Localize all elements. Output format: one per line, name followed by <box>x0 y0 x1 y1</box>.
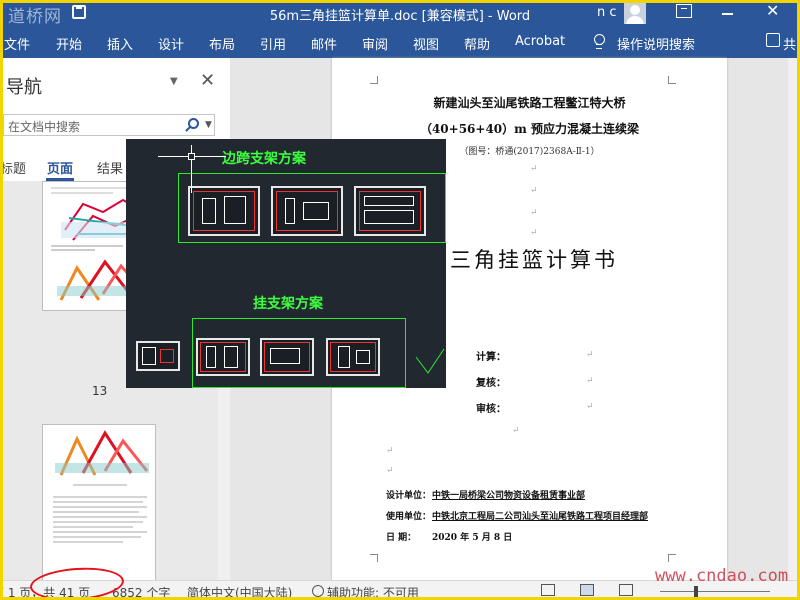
tab-mailings[interactable]: 邮件 <box>311 34 337 53</box>
cad-sheet[interactable] <box>354 186 426 236</box>
lightbulb-icon[interactable] <box>593 34 605 49</box>
cad-polyline <box>415 348 445 374</box>
read-mode-icon[interactable] <box>541 584 555 596</box>
tab-review[interactable]: 审阅 <box>362 34 388 53</box>
doc-heading-line2: （40+56+40）m 预应力混凝土连续梁 <box>419 122 640 136</box>
paragraph-mark: ↵ <box>586 402 594 412</box>
cad-heading-hanging: 挂支架方案 <box>253 296 323 312</box>
use-unit-value: 中铁北京工程局二公司汕头至汕尾铁路工程项目经理部 <box>432 512 649 522</box>
print-layout-icon[interactable] <box>580 584 594 596</box>
paragraph-mark: ↵ <box>586 376 594 386</box>
zoom-slider-handle[interactable] <box>694 586 698 597</box>
status-language[interactable]: 简体中文(中国大陆) <box>187 584 292 600</box>
doc-title: 三角挂篮计算书 <box>450 248 618 272</box>
paragraph-mark: ↵ <box>386 466 394 476</box>
tell-me-search[interactable]: 操作说明搜索 <box>617 34 695 53</box>
sign-approve-label: 审核： <box>476 404 506 415</box>
nav-close-icon[interactable]: ✕ <box>200 70 215 91</box>
page-thumbnail[interactable] <box>42 424 156 588</box>
document-scrollbar[interactable] <box>788 58 800 580</box>
crop-mark <box>370 76 378 84</box>
paragraph-mark: ↵ <box>530 186 538 196</box>
design-unit-value: 中铁一局桥梁公司物资设备租赁事业部 <box>432 491 586 501</box>
cad-crosshair-pickbox <box>188 153 195 160</box>
crop-mark <box>668 554 676 562</box>
paragraph-mark: ↵ <box>530 228 538 238</box>
minimize-icon[interactable] <box>722 13 733 15</box>
date-value: 2020 年 5 月 8 日 <box>432 533 513 543</box>
ribbon-display-options-icon[interactable] <box>676 4 692 18</box>
nav-search-box[interactable]: 在文档中搜索 ▼ <box>3 114 215 136</box>
nav-title: 导航 <box>6 77 42 98</box>
nav-tab-headings[interactable]: 标题 <box>0 158 26 177</box>
thumbnail-page-number: 13 <box>92 384 108 398</box>
tab-file[interactable]: 文件 <box>4 34 30 53</box>
search-icon[interactable] <box>188 118 199 129</box>
nav-tab-results[interactable]: 结果 <box>97 158 123 177</box>
tab-design[interactable]: 设计 <box>158 34 184 53</box>
sign-calc-label: 计算： <box>476 352 506 363</box>
paragraph-mark: ↵ <box>512 426 520 436</box>
cad-drawing-overlay: 边跨支架方案 挂支架方案 <box>126 139 446 388</box>
sign-review-label: 复核： <box>476 378 506 389</box>
tab-layout[interactable]: 布局 <box>209 34 235 53</box>
tab-references[interactable]: 引用 <box>260 34 286 53</box>
use-unit-label: 使用单位： <box>386 512 432 522</box>
nav-options-chevron-icon[interactable]: ▼ <box>170 76 178 87</box>
paragraph-mark: ↵ <box>530 208 538 218</box>
search-input[interactable]: 在文档中搜索 <box>8 118 80 135</box>
cad-heading-side-span: 边跨支架方案 <box>222 151 306 167</box>
user-name[interactable]: n c <box>597 5 617 20</box>
cad-sheet[interactable] <box>196 338 250 376</box>
crop-mark <box>668 76 676 84</box>
cad-sheet[interactable] <box>188 186 260 236</box>
paragraph-mark: ↵ <box>530 164 538 174</box>
cad-sheet[interactable] <box>326 338 380 376</box>
avatar[interactable] <box>624 2 646 24</box>
crop-mark <box>370 554 378 562</box>
chevron-down-icon[interactable]: ▼ <box>205 120 212 130</box>
ribbon-tabs: 文件 开始 插入 设计 布局 引用 邮件 审阅 视图 帮助 Acrobat 操作… <box>0 26 800 58</box>
design-unit-label: 设计单位： <box>386 491 432 501</box>
thumbnail-preview <box>53 430 149 543</box>
status-accessibility[interactable]: 辅助功能: 不可用 <box>327 584 419 600</box>
share-button[interactable]: 共 <box>783 34 796 53</box>
tab-help[interactable]: 帮助 <box>464 34 490 53</box>
nav-tab-pages[interactable]: 页面 <box>47 158 73 177</box>
title-bar: 道桥网 56m三角挂篮计算单.doc [兼容模式] - Word n c ✕ <box>0 0 800 27</box>
cad-sheet[interactable] <box>271 186 343 236</box>
share-icon[interactable] <box>766 33 780 47</box>
web-layout-icon[interactable] <box>619 584 633 596</box>
accessibility-icon[interactable] <box>312 585 324 597</box>
tab-insert[interactable]: 插入 <box>107 34 133 53</box>
cad-sheet[interactable] <box>136 341 180 371</box>
close-icon[interactable]: ✕ <box>766 1 779 20</box>
zoom-slider[interactable] <box>660 591 770 592</box>
tab-acrobat[interactable]: Acrobat <box>515 34 565 49</box>
tab-view[interactable]: 视图 <box>413 34 439 53</box>
tab-home[interactable]: 开始 <box>56 34 82 53</box>
cad-sheet[interactable] <box>260 338 314 376</box>
date-label: 日 期： <box>386 533 417 543</box>
doc-heading-line1: 新建汕头至汕尾铁路工程鳖江特大桥 <box>433 96 626 110</box>
paragraph-mark: ↵ <box>586 350 594 360</box>
watermark: www.cndao.com <box>655 566 789 586</box>
paragraph-mark: ↵ <box>386 446 394 456</box>
